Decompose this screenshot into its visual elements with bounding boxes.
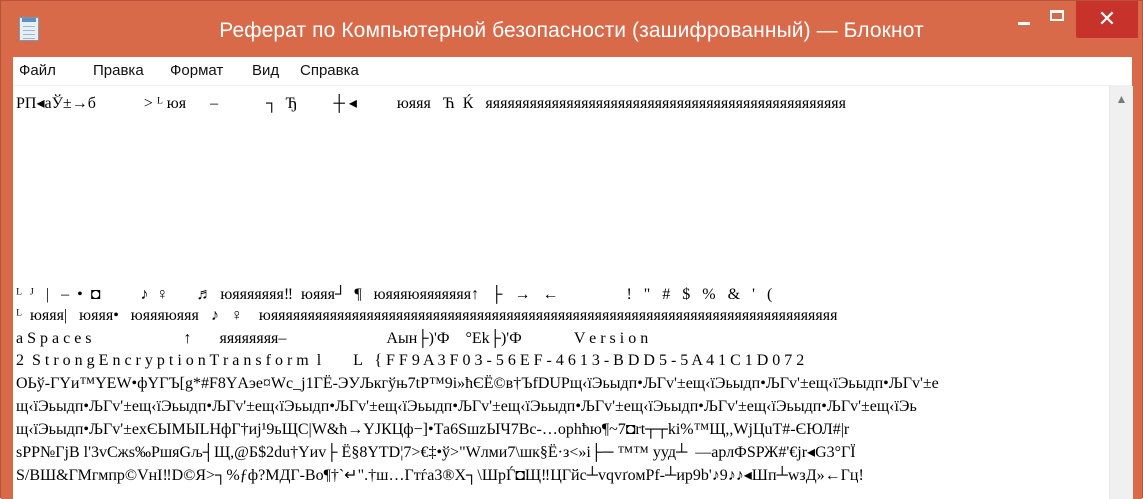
text-line: sPP№ГjВ l'3vCжs‰РшяGљ┤Щ,@Б$2du†Yиv├ Ё§8Y… <box>16 444 856 461</box>
text-line: РП◂аЎ±→б > ᴸ юя – ┐ Ђ ┼ ◂ юяяя Ћ Ќ яяяяя… <box>16 95 847 112</box>
menu-format[interactable]: Формат <box>170 62 223 79</box>
close-button[interactable]: ✕ <box>1076 1 1138 38</box>
maximize-icon <box>1050 10 1064 21</box>
text-editor-area[interactable]: РП◂аЎ±→б > ᴸ юя – ┐ Ђ ┼ ◂ юяяя Ћ Ќ яяяяя… <box>13 86 1109 499</box>
text-line: ᴸ юяяя| юяяя• юяяяюяяя ♪ ♀ юяяяяяяяяяяяя… <box>16 307 838 324</box>
menu-edit[interactable]: Правка <box>93 62 144 79</box>
title-bar[interactable]: Реферат по Компьютерной безопасности (за… <box>1 1 1142 57</box>
text-line: 2 S t r o n g E n c r y p t i o n T r a … <box>16 352 805 369</box>
vertical-scrollbar[interactable]: ▲ <box>1109 86 1133 499</box>
window-title: Реферат по Компьютерной безопасности (за… <box>219 19 924 42</box>
menu-view[interactable]: Вид <box>252 62 279 79</box>
menu-bar: Файл Правка Формат Вид Справка <box>13 57 1132 86</box>
minimize-icon <box>1018 22 1030 25</box>
maximize-button[interactable] <box>1042 1 1076 38</box>
text-line: щ‹ïЭьыдп•ЉГv'±ещ‹ïЭьыдп•ЉГv'±ещ‹ïЭьыдп•Љ… <box>16 398 917 415</box>
text-line: a S p a c e s ↑ яяяяяяяя– Аын├)'Ф °Ek├)'… <box>16 330 649 347</box>
menu-file[interactable]: Файл <box>19 62 56 79</box>
text-line: OЬў-ГYи™YEW•фYГЪ[g*#F8YАэе¤Wc_j1ГЁ-ЭУЉкг… <box>16 375 939 392</box>
window-border-left <box>1 57 13 499</box>
scroll-up-arrow-icon[interactable]: ▲ <box>1110 88 1133 110</box>
text-line: ᴸ ᴶ | – • ◘ ♪ ♀ ♬ юяяяяяяя‼ юяяя┘ ¶ юяяя… <box>16 286 773 303</box>
text-line: щ‹ïЭьыдп•ЉГv'±еxЄЫМЫLНфГ†иј¹9ьЩС|W&ћ→YJК… <box>16 421 850 438</box>
minimize-button[interactable] <box>1008 1 1042 38</box>
notepad-window: Реферат по Компьютерной безопасности (за… <box>0 0 1143 499</box>
menu-help[interactable]: Справка <box>300 62 359 79</box>
close-icon: ✕ <box>1097 7 1117 32</box>
text-line: S/ВШ&ГМгмпр©VнI‼D©Я>┐%ƒф?МДГ-Во¶†`↵".†ш…… <box>16 467 864 484</box>
window-border-right <box>1132 57 1142 499</box>
